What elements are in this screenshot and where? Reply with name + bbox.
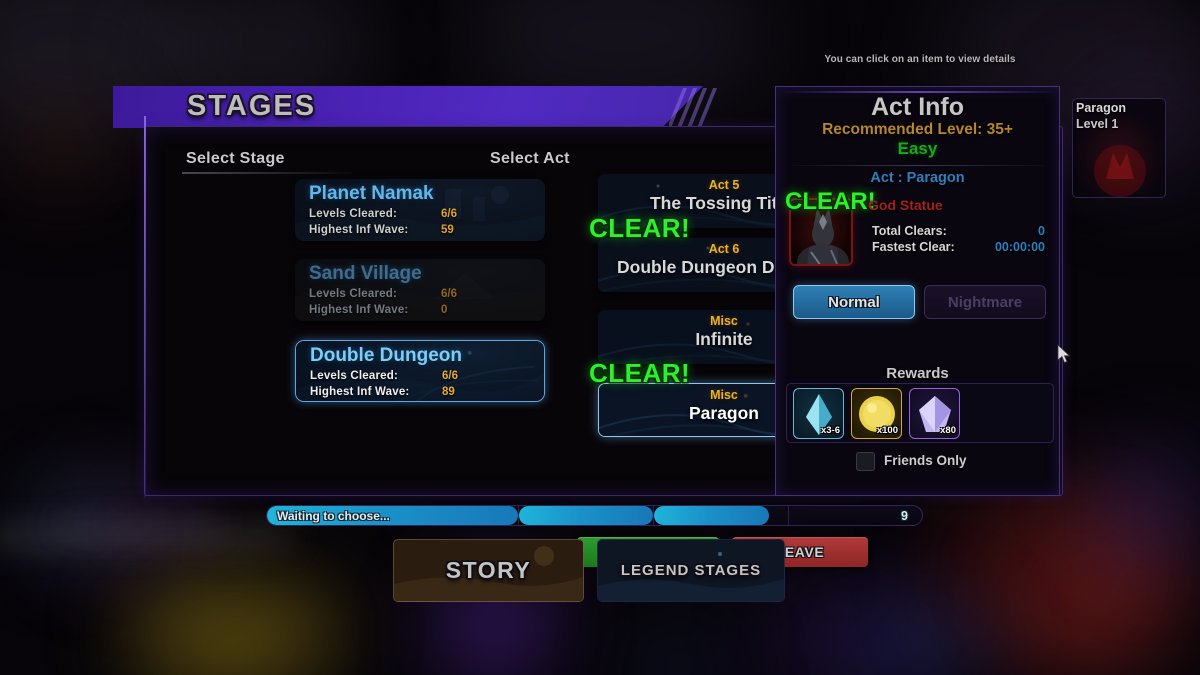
- panel-left-accent: [144, 116, 146, 498]
- reward-count: x100: [876, 425, 898, 436]
- tab-legend-stages[interactable]: LEGEND STAGES: [597, 539, 785, 602]
- stage-wave-label: Highest Inf Wave:: [309, 304, 409, 316]
- stage-card-planet-namak[interactable]: Planet Namak Levels Cleared: 6/6 Highest…: [295, 179, 545, 241]
- act-name-line: Act : Paragon: [870, 170, 965, 186]
- difficulty-normal-button[interactable]: Normal: [793, 285, 915, 319]
- player-slot-fill: [654, 506, 770, 525]
- unit-preview-name: Paragon: [1076, 101, 1127, 115]
- unit-preview-card[interactable]: Paragon Level 1: [1072, 98, 1166, 198]
- stage-wave-value: 89: [442, 386, 455, 398]
- tab-story-label: STORY: [445, 557, 532, 583]
- act-info-divider: [792, 165, 1045, 166]
- select-act-heading: Select Act: [490, 150, 570, 167]
- total-clears-value: 0: [1038, 224, 1045, 238]
- act-clear-badge-3: CLEAR!: [589, 358, 691, 388]
- player-slot-4[interactable]: 9: [789, 506, 922, 525]
- stage-levels-value: 6/6: [442, 370, 458, 382]
- friends-only-checkbox[interactable]: [856, 452, 875, 471]
- stage-levels-label: Levels Cleared:: [309, 288, 398, 300]
- stage-levels-label: Levels Cleared:: [309, 208, 398, 220]
- reward-count: x80: [940, 425, 956, 436]
- tooltip-hint: You can click on an item to view details: [824, 54, 1016, 65]
- rewards-heading: Rewards: [886, 365, 949, 382]
- stage-wave-value: 0: [441, 304, 448, 316]
- page-title: STAGES: [187, 90, 317, 122]
- stage-name: Double Dungeon: [310, 345, 462, 366]
- act-clear-badge-1: CLEAR!: [589, 213, 691, 243]
- player-status-text: Waiting to choose...: [277, 509, 390, 523]
- act-info-panel: Act Info Recommended Level: 35+ Easy Act…: [775, 86, 1060, 496]
- fastest-clear-value: 00:00:00: [994, 240, 1045, 254]
- friends-only-label: Friends Only: [884, 453, 967, 468]
- stage-name: Planet Namak: [309, 183, 434, 204]
- tab-legend-label: LEGEND STAGES: [620, 562, 762, 579]
- recommended-level: Recommended Level: 35+: [822, 121, 1013, 138]
- act-info-title: Act Info: [870, 93, 965, 121]
- stage-card-sand-village[interactable]: Sand Village Levels Cleared: 6/6 Highest…: [295, 259, 545, 321]
- player-slot-2[interactable]: [519, 506, 654, 525]
- difficulty-text: Easy: [897, 139, 938, 158]
- countdown-timer: 9: [901, 509, 908, 523]
- unit-silhouette-icon: [1094, 145, 1146, 197]
- reward-count: x3-6: [820, 425, 840, 436]
- fastest-clear-label: Fastest Clear:: [872, 240, 955, 254]
- stage-wave-label: Highest Inf Wave:: [309, 224, 409, 236]
- act-boss-name: God Statue: [868, 197, 943, 213]
- stage-levels-value: 6/6: [441, 208, 457, 220]
- mouse-cursor: [1057, 344, 1071, 364]
- tab-story[interactable]: STORY: [393, 539, 584, 602]
- player-slot-bar: Waiting to choose... 9: [266, 505, 923, 526]
- reward-crystal[interactable]: x3-6: [793, 388, 844, 439]
- select-stage-heading: Select Stage: [186, 150, 285, 167]
- act-info-clear-badge: CLEAR!: [785, 188, 876, 215]
- reward-gold[interactable]: x100: [851, 388, 902, 439]
- player-slot-3[interactable]: [654, 506, 789, 525]
- stage-name: Sand Village: [309, 263, 422, 284]
- total-clears-label: Total Clears:: [872, 224, 947, 238]
- stage-levels-label: Levels Cleared:: [310, 370, 399, 382]
- difficulty-nightmare-button[interactable]: Nightmare: [924, 285, 1046, 319]
- stage-card-double-dungeon[interactable]: Double Dungeon Levels Cleared: 6/6 Highe…: [295, 340, 545, 402]
- stage-wave-label: Highest Inf Wave:: [310, 386, 410, 398]
- stage-levels-value: 6/6: [441, 288, 457, 300]
- player-slot-fill: [519, 506, 653, 525]
- player-slot-1[interactable]: Waiting to choose...: [267, 506, 519, 525]
- reward-gem[interactable]: x80: [909, 388, 960, 439]
- stage-wave-value: 59: [441, 224, 454, 236]
- select-stage-rule: [182, 172, 352, 174]
